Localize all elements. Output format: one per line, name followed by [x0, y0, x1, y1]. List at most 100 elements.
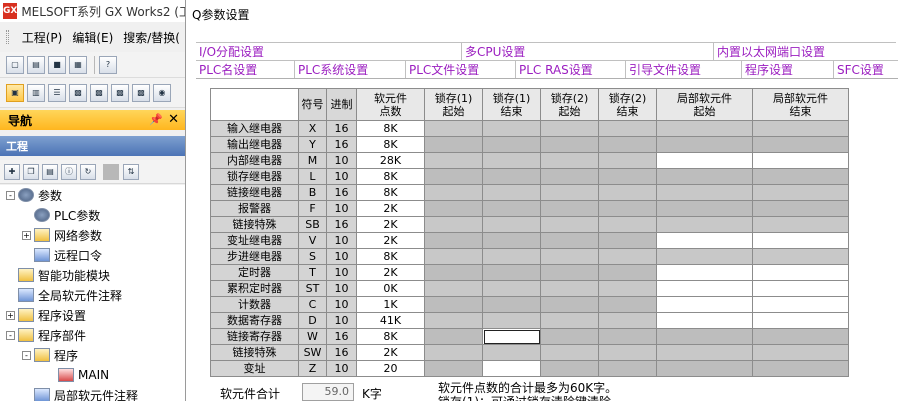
- tab-program[interactable]: 程序设置: [741, 60, 833, 78]
- row-latch2-start-cell[interactable]: [540, 360, 599, 377]
- row-points-cell[interactable]: 8K: [356, 248, 425, 265]
- row-latch2-start-cell[interactable]: [540, 136, 599, 153]
- tab-plc-ras[interactable]: PLC RAS设置: [515, 60, 625, 78]
- row-latch2-start-cell[interactable]: [540, 184, 599, 201]
- row-points-cell[interactable]: 0K: [356, 280, 425, 297]
- row-local-start-cell[interactable]: [656, 264, 753, 281]
- row-latch2-start-cell[interactable]: [540, 264, 599, 281]
- row-latch2-start-cell[interactable]: [540, 280, 599, 297]
- row-latch1-end-cell[interactable]: [482, 216, 541, 233]
- row-points-cell[interactable]: 20: [356, 360, 425, 377]
- tree-item-local-comment[interactable]: 局部软元件注释: [34, 385, 138, 401]
- row-latch1-start-cell[interactable]: [424, 296, 483, 313]
- device-register-icon[interactable]: ▩: [111, 83, 129, 102]
- row-local-start-cell[interactable]: [656, 200, 753, 217]
- new-file-icon[interactable]: ▢: [6, 55, 24, 74]
- tab-io-assignment[interactable]: I/O分配设置: [196, 42, 461, 60]
- row-points-cell[interactable]: 8K: [356, 120, 425, 137]
- tree-item-intelligent-module[interactable]: 智能功能模块: [18, 265, 110, 285]
- close-icon[interactable]: ✕: [168, 112, 179, 127]
- tree-item-plc-parameter[interactable]: PLC参数: [34, 205, 100, 225]
- row-local-start-cell[interactable]: [656, 328, 753, 345]
- row-local-end-cell[interactable]: [752, 344, 849, 361]
- row-latch1-start-cell[interactable]: [424, 248, 483, 265]
- properties-icon[interactable]: ⓘ: [61, 163, 77, 180]
- row-latch1-start-cell[interactable]: [424, 184, 483, 201]
- row-latch2-end-cell[interactable]: [598, 312, 657, 329]
- tab-plc-system[interactable]: PLC系统设置: [294, 60, 405, 78]
- tab-plc-name[interactable]: PLC名设置: [196, 60, 294, 78]
- tab-boot-file[interactable]: 引导文件设置: [625, 60, 741, 78]
- row-latch2-end-cell[interactable]: [598, 184, 657, 201]
- sort-icon[interactable]: ⇅: [123, 163, 139, 180]
- tree-item-program-setting[interactable]: + 程序设置: [6, 305, 86, 325]
- paste-icon[interactable]: ▤: [42, 163, 58, 180]
- row-latch2-start-cell[interactable]: [540, 216, 599, 233]
- row-points-cell[interactable]: 8K: [356, 168, 425, 185]
- row-latch2-start-cell[interactable]: [540, 200, 599, 217]
- row-points-cell[interactable]: 1K: [356, 296, 425, 313]
- row-latch2-start-cell[interactable]: [540, 168, 599, 185]
- row-local-end-cell[interactable]: [752, 248, 849, 265]
- row-local-end-cell[interactable]: [752, 120, 849, 137]
- row-latch2-end-cell[interactable]: [598, 136, 657, 153]
- row-latch2-end-cell[interactable]: [598, 360, 657, 377]
- tree-item-program-parts[interactable]: - 程序部件: [6, 325, 86, 345]
- row-latch1-end-cell[interactable]: [482, 264, 541, 281]
- collapse-icon[interactable]: -: [6, 330, 15, 340]
- row-latch1-start-cell[interactable]: [424, 328, 483, 345]
- module-icon[interactable]: ▥: [27, 83, 45, 102]
- row-latch2-end-cell[interactable]: [598, 120, 657, 137]
- watch-icon[interactable]: ◉: [153, 83, 171, 102]
- row-points-cell[interactable]: 8K: [356, 184, 425, 201]
- device-batch-icon[interactable]: ▩: [90, 83, 108, 102]
- open-folder-icon[interactable]: ▤: [27, 55, 45, 74]
- row-latch2-end-cell[interactable]: [598, 328, 657, 345]
- row-local-start-cell[interactable]: [656, 344, 753, 361]
- collapse-icon[interactable]: -: [6, 190, 15, 200]
- row-points-cell[interactable]: 2K: [356, 264, 425, 281]
- row-local-start-cell[interactable]: [656, 232, 753, 249]
- row-latch2-end-cell[interactable]: [598, 264, 657, 281]
- device-monitor-icon[interactable]: ▩: [69, 83, 87, 102]
- row-latch1-start-cell[interactable]: [424, 344, 483, 361]
- row-points-cell[interactable]: 8K: [356, 328, 425, 345]
- row-local-start-cell[interactable]: [656, 120, 753, 137]
- row-latch2-start-cell[interactable]: [540, 232, 599, 249]
- row-latch2-start-cell[interactable]: [540, 344, 599, 361]
- row-latch1-start-cell[interactable]: [424, 312, 483, 329]
- tab-sfc[interactable]: SFC设置: [833, 60, 898, 78]
- row-local-end-cell[interactable]: [752, 232, 849, 249]
- row-latch2-start-cell[interactable]: [540, 152, 599, 169]
- row-latch1-start-cell[interactable]: [424, 120, 483, 137]
- row-latch1-start-cell[interactable]: [424, 280, 483, 297]
- row-local-start-cell[interactable]: [656, 216, 753, 233]
- row-latch1-start-cell[interactable]: [424, 360, 483, 377]
- row-latch1-end-cell[interactable]: [482, 280, 541, 297]
- row-local-end-cell[interactable]: [752, 360, 849, 377]
- row-latch1-start-cell[interactable]: [424, 216, 483, 233]
- row-latch1-end-cell[interactable]: [482, 328, 541, 345]
- row-local-start-cell[interactable]: [656, 360, 753, 377]
- tab-plc-file[interactable]: PLC文件设置: [405, 60, 515, 78]
- row-latch1-end-cell[interactable]: [482, 344, 541, 361]
- row-latch2-start-cell[interactable]: [540, 328, 599, 345]
- row-latch1-end-cell[interactable]: [482, 152, 541, 169]
- row-local-start-cell[interactable]: [656, 152, 753, 169]
- menu-find-replace[interactable]: 搜索/替换(: [118, 29, 185, 46]
- print-icon[interactable]: ▦: [69, 55, 87, 74]
- save-icon[interactable]: ■: [48, 55, 66, 74]
- tree-item-program[interactable]: - 程序: [22, 345, 78, 365]
- collapse-icon[interactable]: -: [22, 350, 31, 360]
- row-latch2-end-cell[interactable]: [598, 344, 657, 361]
- row-local-end-cell[interactable]: [752, 184, 849, 201]
- row-local-start-cell[interactable]: [656, 248, 753, 265]
- row-local-end-cell[interactable]: [752, 136, 849, 153]
- row-points-cell[interactable]: 2K: [356, 216, 425, 233]
- row-latch2-end-cell[interactable]: [598, 200, 657, 217]
- row-latch2-start-cell[interactable]: [540, 312, 599, 329]
- row-local-start-cell[interactable]: [656, 296, 753, 313]
- row-local-start-cell[interactable]: [656, 312, 753, 329]
- row-latch1-end-cell[interactable]: [482, 136, 541, 153]
- row-local-start-cell[interactable]: [656, 280, 753, 297]
